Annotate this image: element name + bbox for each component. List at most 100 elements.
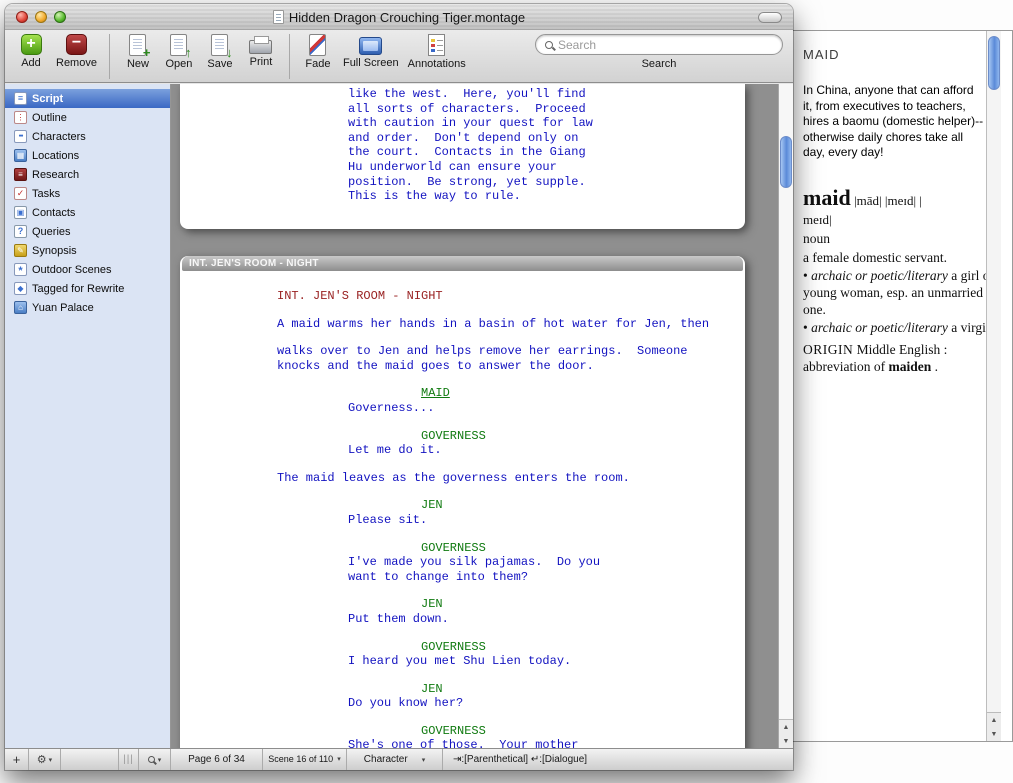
sidebar-item-label: Outdoor Scenes (32, 264, 112, 276)
action-block: The maid leaves as the governess enters … (277, 471, 745, 486)
outdoor-scenes-icon (14, 263, 27, 276)
splitter-handle[interactable]: ||| (119, 749, 139, 770)
dialogue-block: Let me do it. (348, 443, 745, 458)
sidebar-item-label: Locations (32, 150, 79, 162)
open-button[interactable]: Open (163, 34, 195, 70)
fullscreen-button[interactable]: Full Screen (343, 34, 399, 69)
scroll-down-arrow-icon[interactable]: ▼ (987, 727, 1001, 741)
window-title-wrap: Hidden Dragon Crouching Tiger.montage (75, 4, 723, 30)
zoom-menu-button[interactable]: ▾ (139, 749, 171, 770)
dialogue-block: Governess... (348, 401, 745, 416)
sidebar-item-script[interactable]: Script (5, 89, 170, 108)
dictionary-pronunciation-2: meɪd| (803, 211, 999, 228)
sidebar-item-characters[interactable]: Characters (5, 127, 170, 146)
sidebar-item-label: Tagged for Rewrite (32, 283, 124, 295)
sense-register: archaic or poetic/literary (811, 268, 948, 283)
toolbar-separator (289, 34, 290, 79)
add-button[interactable]: Add (15, 34, 47, 69)
dictionary-part-of-speech: noun (803, 230, 999, 247)
magnifier-icon (148, 756, 155, 763)
sidebar-item-tagged-for-rewrite[interactable]: Tagged for Rewrite (5, 279, 170, 298)
open-document-icon (170, 34, 187, 56)
annotations-icon (428, 34, 445, 56)
keyboard-hints: ⇥:[Parenthetical] ↵:[Dialogue] (443, 749, 793, 770)
sidebar-item-contacts[interactable]: Contacts (5, 203, 170, 222)
search-field[interactable] (535, 34, 783, 55)
characters-icon (14, 130, 27, 143)
sidebar-item-outline[interactable]: Outline (5, 108, 170, 127)
sidebar-item-research[interactable]: Research (5, 165, 170, 184)
sidebar-item-yuan-palace[interactable]: Yuan Palace (5, 298, 170, 317)
window-title: Hidden Dragon Crouching Tiger.montage (289, 10, 525, 25)
scene-heading: INT. JEN'S ROOM - NIGHT (277, 289, 745, 304)
remove-button[interactable]: Remove (56, 34, 97, 69)
toolbar-toggle-button[interactable] (758, 12, 782, 23)
character-cue: GOVERNESS (421, 640, 745, 655)
zoom-button[interactable] (54, 11, 66, 23)
sidebar-item-outdoor-scenes[interactable]: Outdoor Scenes (5, 260, 170, 279)
character-cue: MAID (421, 386, 745, 401)
search-input[interactable] (558, 38, 773, 52)
script-scrollbar-arrows: ▲ ▼ (779, 719, 793, 748)
sidebar-item-label: Outline (32, 112, 67, 124)
dictionary-definition: a female domestic servant. (803, 249, 999, 266)
save-button[interactable]: Save (204, 34, 236, 70)
minimize-button[interactable] (35, 11, 47, 23)
statusbar: + ⚙ ▾ ||| ▾ Page 6 of 34 Scene 16 of 110… (5, 748, 793, 770)
toolbar-button-label: Fade (305, 58, 330, 70)
sidebar-item-label: Yuan Palace (32, 302, 94, 314)
dialogue-block: I've made you silk pajamas. Do you want … (348, 555, 745, 584)
dictionary-entry: maid |mād| |meɪd| | meɪd| noun a female … (803, 189, 999, 375)
sidebar-item-label: Research (32, 169, 79, 181)
script-scrollbar-thumb[interactable] (780, 136, 792, 188)
search-icon (545, 41, 553, 49)
character-cue: GOVERNESS (421, 724, 745, 739)
origin-word: maiden (888, 359, 931, 374)
fade-icon (309, 34, 326, 56)
dialogue-block: I heard you met Shu Lien today. (348, 654, 745, 669)
new-button[interactable]: New (122, 34, 154, 70)
fade-button[interactable]: Fade (302, 34, 334, 70)
window-content: Script Outline Characters Locations Rese… (5, 84, 793, 748)
page-indicator[interactable]: Page 6 of 34 (171, 749, 263, 770)
dictionary-panel-title: MAID (803, 47, 840, 62)
toolbar-button-label: Remove (56, 57, 97, 69)
sidebar-item-tasks[interactable]: Tasks (5, 184, 170, 203)
script-scrollbar[interactable]: ▲ ▼ (778, 84, 793, 748)
chevron-down-icon: ▾ (158, 756, 162, 764)
scroll-up-arrow-icon[interactable]: ▲ (779, 720, 793, 734)
titlebar[interactable]: Hidden Dragon Crouching Tiger.montage (5, 4, 793, 30)
dictionary-scrollbar-arrows: ▲ ▼ (987, 712, 1001, 741)
script-editor-area[interactable]: like the west. Here, you'll find all sor… (171, 84, 793, 748)
scroll-down-arrow-icon[interactable]: ▼ (779, 734, 793, 748)
contacts-icon (14, 206, 27, 219)
sense-marker: • (803, 320, 808, 335)
outline-icon (14, 111, 27, 124)
script-body: INT. JEN'S ROOM - NIGHT A maid warms her… (180, 271, 745, 748)
scene-header-bar[interactable]: INT. JEN'S ROOM - NIGHT (182, 256, 743, 271)
close-button[interactable] (16, 11, 28, 23)
sidebar-item-synopsis[interactable]: Synopsis (5, 241, 170, 260)
script-page-current[interactable]: INT. JEN'S ROOM - NIGHT INT. JEN'S ROOM … (180, 256, 745, 748)
add-element-button[interactable]: + (5, 749, 29, 770)
dictionary-sense: • archaic or poetic/literary a virgin. (803, 319, 999, 336)
chevron-down-icon: ▾ (337, 755, 341, 765)
script-page-previous[interactable]: like the west. Here, you'll find all sor… (180, 84, 745, 229)
annotations-button[interactable]: Annotations (408, 34, 466, 70)
scroll-up-arrow-icon[interactable]: ▲ (987, 713, 1001, 727)
character-cue: JEN (421, 498, 745, 513)
element-type-popup[interactable]: Character ▾ (347, 749, 443, 770)
action-menu-button[interactable]: ⚙ ▾ (29, 749, 61, 770)
synopsis-icon (14, 244, 27, 257)
print-button[interactable]: Print (245, 34, 277, 68)
queries-icon (14, 225, 27, 238)
sidebar-item-label: Script (32, 93, 63, 105)
scene-popup[interactable]: Scene 16 of 110 ▾ (263, 749, 347, 770)
toolbar-button-label: Full Screen (343, 57, 399, 69)
dictionary-scrollbar[interactable]: ▲ ▼ (986, 31, 1001, 741)
sidebar-item-locations[interactable]: Locations (5, 146, 170, 165)
sidebar-item-queries[interactable]: Queries (5, 222, 170, 241)
dictionary-sense: • archaic or poetic/literary a girl or y… (803, 267, 999, 318)
dictionary-scrollbar-thumb[interactable] (988, 36, 1000, 90)
search-area: Search (535, 34, 783, 70)
